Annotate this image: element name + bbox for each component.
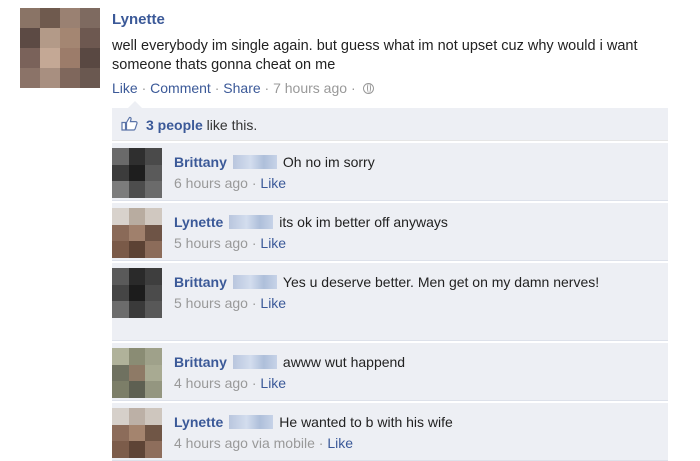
separator: · (214, 80, 220, 96)
comment-like-link[interactable]: Like (260, 375, 286, 391)
globe-icon[interactable] (362, 83, 374, 94)
redacted-surname (232, 155, 277, 169)
likes-suffix: like this. (202, 117, 258, 133)
like-link[interactable]: Like (112, 80, 138, 96)
comment-link[interactable]: Comment (150, 80, 211, 96)
comment-like-link[interactable]: Like (260, 295, 286, 311)
comment-item: Lynette its ok im better off anyways 5 ho… (112, 203, 668, 261)
commenter-name[interactable]: Lynette (174, 214, 223, 230)
comment-item: Lynette He wanted to b with his wife 4 ho… (112, 403, 668, 461)
comment-timestamp: 6 hours ago (174, 175, 248, 191)
commenter-avatar[interactable] (112, 348, 162, 398)
comment-text: He wanted to b with his wife (279, 414, 453, 430)
thumbs-up-icon (121, 116, 138, 131)
redacted-surname (229, 415, 274, 429)
separator: · (141, 80, 147, 96)
comment-text: its ok im better off anyways (279, 214, 448, 230)
comment-timestamp: 5 hours ago (174, 295, 248, 311)
comment-like-link[interactable]: Like (327, 435, 353, 451)
thread-caret (128, 101, 142, 108)
commenter-avatar[interactable] (112, 408, 162, 458)
comment-like-link[interactable]: Like (260, 235, 286, 251)
post-author-name[interactable]: Lynette (112, 11, 165, 28)
redacted-surname (232, 355, 277, 369)
comment-timestamp: 4 hours ago via mobile (174, 435, 315, 451)
redacted-surname (229, 215, 274, 229)
commenter-name[interactable]: Brittany (174, 274, 227, 290)
post-timestamp[interactable]: 7 hours ago (273, 80, 347, 96)
redacted-surname (232, 275, 277, 289)
commenter-avatar[interactable] (112, 208, 162, 258)
commenter-avatar[interactable] (112, 268, 162, 318)
comment-text: Oh no im sorry (282, 154, 375, 170)
comment-text: Yes u deserve better. Men get on my damn… (282, 274, 600, 290)
separator: · (350, 80, 356, 96)
post-author-avatar[interactable] (20, 8, 100, 88)
separator: · (264, 80, 270, 96)
comment-like-link[interactable]: Like (260, 175, 286, 191)
comment-item: Brittany Yes u deserve better. Men get on… (112, 263, 668, 341)
likes-summary: 3 people like this. (112, 101, 668, 141)
commenter-name[interactable]: Brittany (174, 354, 227, 370)
comment-text: awww wut happend (282, 354, 406, 370)
comment-timestamp: 4 hours ago (174, 375, 248, 391)
comment-timestamp: 5 hours ago (174, 235, 248, 251)
comment-thread: 3 people like this. Brittany Oh no im sor… (112, 101, 668, 461)
likers-link[interactable]: 3 people (146, 117, 203, 133)
share-link[interactable]: Share (223, 80, 260, 96)
comment-item: Brittany awww wut happend 4 hours ago · L… (112, 343, 668, 401)
post-status-text: well everybody im single again. but gues… (112, 38, 638, 73)
commenter-name[interactable]: Lynette (174, 414, 223, 430)
comment-item: Brittany Oh no im sorry 6 hours ago · Lik… (112, 143, 668, 201)
post-action-bar: Like · Comment · Share · 7 hours ago · (112, 80, 374, 96)
commenter-avatar[interactable] (112, 148, 162, 198)
commenter-name[interactable]: Brittany (174, 154, 227, 170)
